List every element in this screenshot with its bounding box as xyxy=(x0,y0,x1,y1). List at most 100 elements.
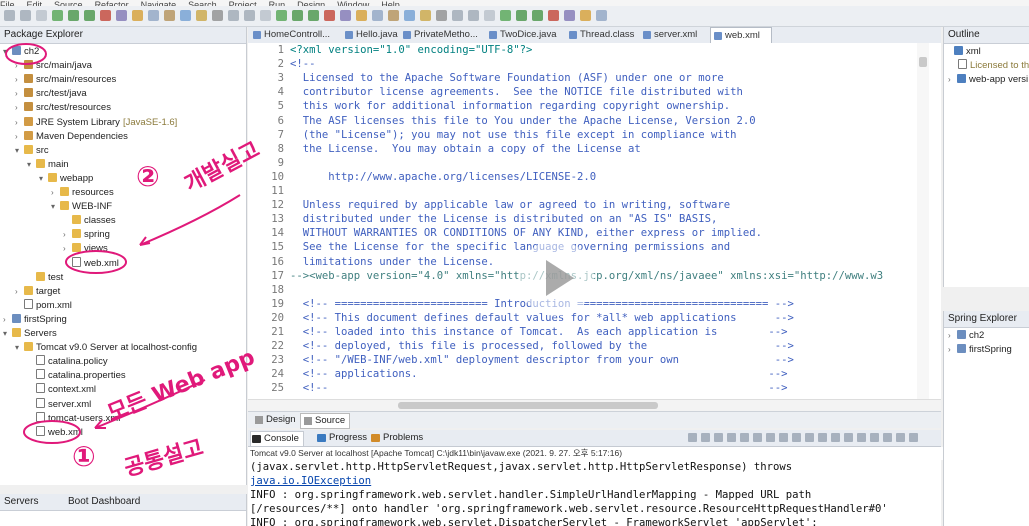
toolbar-button-icon[interactable] xyxy=(372,10,383,21)
outline-item[interactable]: xml xyxy=(954,45,981,59)
toolbar-button-icon[interactable] xyxy=(532,10,543,21)
tab-console[interactable]: Console xyxy=(250,431,304,446)
toolbar-button-icon[interactable] xyxy=(180,10,191,21)
toolbar-button-icon[interactable] xyxy=(196,10,207,21)
tree-item[interactable]: catalina.policy xyxy=(27,355,108,369)
editor-vertical-scrollbar[interactable] xyxy=(917,43,929,399)
toolbar-button-icon[interactable] xyxy=(36,10,47,21)
toolbar-button-icon[interactable] xyxy=(52,10,63,21)
toolbar-button-icon[interactable] xyxy=(68,10,79,21)
toolbar-button-icon[interactable] xyxy=(164,10,175,21)
tree-item[interactable]: ▾ main xyxy=(27,158,69,172)
tab-problems[interactable]: Problems xyxy=(370,431,423,445)
tree-item[interactable]: web.xml xyxy=(63,256,119,271)
tree-item[interactable]: › JRE System Library [JavaSE-1.6] xyxy=(15,116,177,130)
toolbar-button-icon[interactable] xyxy=(292,10,303,21)
console-toolbar-icon[interactable] xyxy=(857,433,866,442)
tree-item[interactable]: › spring xyxy=(63,228,110,242)
spring-project-item[interactable]: › firstSpring xyxy=(948,343,1012,357)
toolbar-button-icon[interactable] xyxy=(468,10,479,21)
toolbar-button-icon[interactable] xyxy=(548,10,559,21)
console-toolbar-icon[interactable] xyxy=(727,433,736,442)
toolbar-button-icon[interactable] xyxy=(148,10,159,21)
toolbar-button-icon[interactable] xyxy=(260,10,271,21)
toolbar-button-icon[interactable] xyxy=(452,10,463,21)
spring-project-item[interactable]: › ch2 xyxy=(948,329,984,343)
editor-tab[interactable]: PrivateMetho... xyxy=(400,27,484,43)
tree-item[interactable]: classes xyxy=(63,214,116,228)
console-toolbar-icon[interactable] xyxy=(701,433,710,442)
console-toolbar-icon[interactable] xyxy=(688,433,697,442)
expand-arrow-icon[interactable]: › xyxy=(63,228,72,242)
tab-boot-dashboard[interactable]: Boot Dashboard xyxy=(68,496,140,507)
tab-servers[interactable]: Servers xyxy=(4,496,38,507)
expand-arrow-icon[interactable]: ▾ xyxy=(39,172,48,186)
toolbar-button-icon[interactable] xyxy=(420,10,431,21)
toolbar-button-icon[interactable] xyxy=(308,10,319,21)
toolbar-button-icon[interactable] xyxy=(100,10,111,21)
tab-progress[interactable]: Progress xyxy=(316,431,367,445)
tree-item[interactable]: ▾ WEB-INF xyxy=(51,200,112,214)
tree-item[interactable]: › src/test/java xyxy=(15,87,87,101)
expand-arrow-icon[interactable]: › xyxy=(15,87,24,101)
console-toolbar-icon[interactable] xyxy=(896,433,905,442)
tree-item[interactable]: catalina.properties xyxy=(27,369,126,383)
tree-item[interactable]: › Maven Dependencies xyxy=(15,130,128,144)
toolbar-button-icon[interactable] xyxy=(84,10,95,21)
tree-item[interactable]: web.xml xyxy=(27,425,83,440)
toolbar-button-icon[interactable] xyxy=(276,10,287,21)
tree-item[interactable]: › src/main/resources xyxy=(15,73,116,87)
expand-arrow-icon[interactable]: ▾ xyxy=(27,158,36,172)
video-play-icon[interactable] xyxy=(518,240,594,316)
tree-item[interactable]: › target xyxy=(15,285,60,299)
project-item[interactable]: ▾ ch2 xyxy=(3,45,39,59)
expand-arrow-icon[interactable]: ▾ xyxy=(3,327,12,341)
toolbar-button-icon[interactable] xyxy=(20,10,31,21)
toolbar-button-icon[interactable] xyxy=(404,10,415,21)
outline-item[interactable]: Licensed to th xyxy=(958,59,1029,73)
expand-arrow-icon[interactable]: › xyxy=(3,313,12,327)
toolbar-button-icon[interactable] xyxy=(596,10,607,21)
toolbar-button-icon[interactable] xyxy=(564,10,575,21)
expand-arrow-icon[interactable]: › xyxy=(15,73,24,87)
expand-arrow-icon[interactable]: › xyxy=(948,343,957,357)
outline-item[interactable]: › web-app versi xyxy=(948,73,1028,87)
expand-arrow-icon[interactable]: › xyxy=(15,59,24,73)
editor-tab[interactable]: HomeControll... xyxy=(250,27,340,43)
expand-arrow-icon[interactable]: › xyxy=(948,329,957,343)
tree-item[interactable]: pom.xml xyxy=(15,298,72,313)
console-link[interactable]: java.io.IOException xyxy=(250,475,371,487)
console-toolbar-icon[interactable] xyxy=(818,433,827,442)
console-toolbar-icon[interactable] xyxy=(909,433,918,442)
editor-tab[interactable]: Thread.class xyxy=(566,27,638,43)
console-toolbar-icon[interactable] xyxy=(844,433,853,442)
toolbar-button-icon[interactable] xyxy=(500,10,511,21)
tree-item[interactable]: › src/main/java xyxy=(15,59,92,73)
tree-item[interactable]: server.xml xyxy=(27,397,91,412)
editor-tab[interactable]: TwoDice.java xyxy=(486,27,564,43)
console-toolbar-icon[interactable] xyxy=(870,433,879,442)
console-toolbar-icon[interactable] xyxy=(753,433,762,442)
expand-arrow-icon[interactable]: › xyxy=(15,116,24,130)
expand-arrow-icon[interactable]: ▾ xyxy=(15,144,24,158)
console-toolbar-icon[interactable] xyxy=(805,433,814,442)
tree-item[interactable]: context.xml xyxy=(27,383,96,397)
tree-item[interactable]: ▾ webapp xyxy=(39,172,93,186)
toolbar-button-icon[interactable] xyxy=(132,10,143,21)
console-toolbar-icon[interactable] xyxy=(831,433,840,442)
expand-arrow-icon[interactable]: ▾ xyxy=(3,45,12,59)
expand-arrow-icon[interactable]: › xyxy=(15,130,24,144)
console-toolbar-icon[interactable] xyxy=(714,433,723,442)
toolbar-button-icon[interactable] xyxy=(388,10,399,21)
editor-tab[interactable]: web.xml xyxy=(710,27,772,44)
toolbar-button-icon[interactable] xyxy=(4,10,15,21)
toolbar-button-icon[interactable] xyxy=(356,10,367,21)
tree-item[interactable]: › src/test/resources xyxy=(15,101,111,115)
toolbar-button-icon[interactable] xyxy=(436,10,447,21)
expand-arrow-icon[interactable]: › xyxy=(15,101,24,115)
editor-horizontal-scrollbar[interactable] xyxy=(248,399,941,411)
toolbar-button-icon[interactable] xyxy=(244,10,255,21)
tab-source[interactable]: Source xyxy=(300,413,351,429)
toolbar-button-icon[interactable] xyxy=(212,10,223,21)
tree-item[interactable]: ▾ Tomcat v9.0 Server at localhost-config xyxy=(15,341,197,355)
